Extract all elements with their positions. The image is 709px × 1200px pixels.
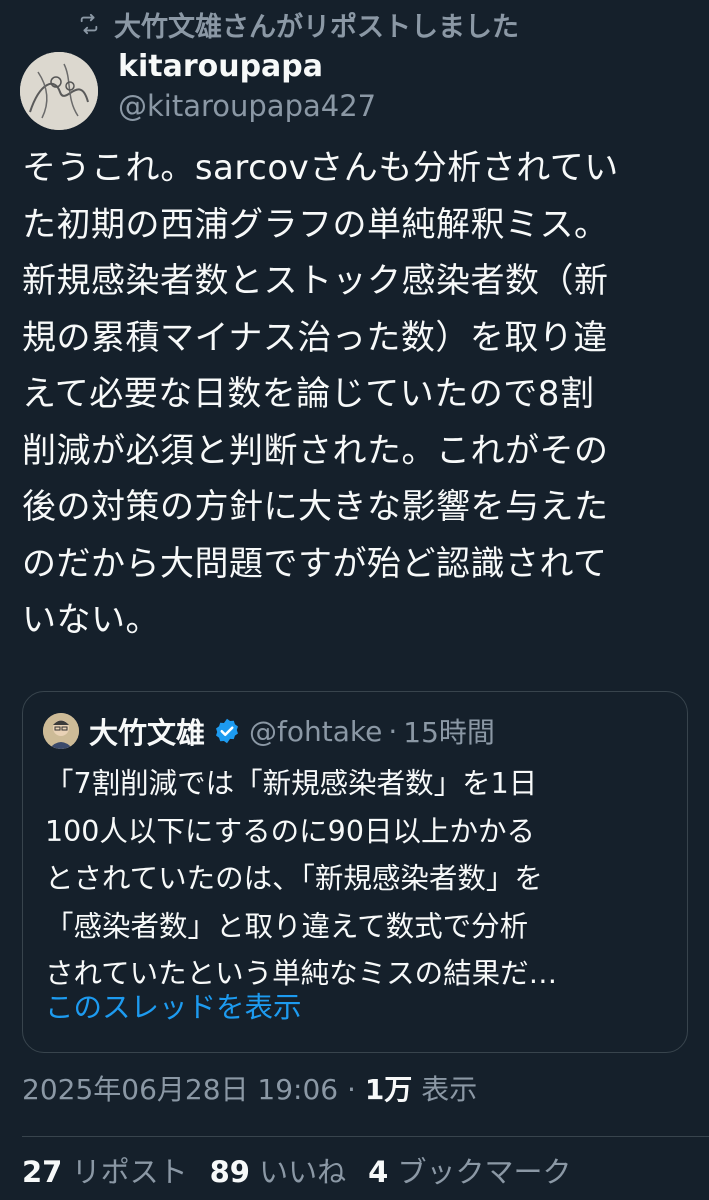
divider: [22, 1136, 709, 1137]
bookmarks-label: ブックマーク: [388, 1155, 572, 1189]
quote-avatar: [43, 713, 79, 749]
bookmarks-count: 4: [368, 1155, 389, 1189]
author-handle[interactable]: @kitaroupapa427: [118, 86, 376, 126]
quote-separator: ·: [388, 714, 398, 748]
likes-stat[interactable]: 89 いいね: [210, 1155, 347, 1189]
engagement-stats: 27 リポスト 89 いいね 4 ブックマーク: [22, 1152, 594, 1192]
quote-header: 大竹文雄 @fohtake · 15時間: [43, 710, 495, 752]
tweet-text: そうこれ。sarcovさんも分析されてい た初期の西浦グラフの単純解釈ミス。 新…: [22, 148, 619, 640]
reposts-stat[interactable]: 27 リポスト: [22, 1155, 188, 1189]
likes-label: いいね: [249, 1155, 347, 1189]
verified-badge-icon: [213, 717, 241, 745]
quote-text: 「7割削減では「新規感染者数」を1日 100人以下にするのに90日以上かかる と…: [45, 767, 558, 990]
avatar[interactable]: [20, 52, 98, 130]
views-count: 1万: [364, 1073, 413, 1106]
reposts-label: リポスト: [62, 1155, 188, 1189]
likes-count: 89: [209, 1155, 250, 1189]
repost-icon: [78, 13, 100, 35]
reposts-count: 27: [22, 1155, 63, 1189]
show-thread-link[interactable]: このスレッドを表示: [45, 988, 302, 1028]
quote-author-name: 大竹文雄: [89, 716, 206, 750]
meta-separator: ·: [338, 1073, 365, 1106]
author-info[interactable]: kitaroupapa @kitaroupapa427: [118, 48, 376, 126]
tweet-timestamp[interactable]: 2025年06月28日 19:06: [22, 1073, 338, 1106]
author-display-name[interactable]: kitaroupapa: [118, 48, 376, 86]
quote-author-handle: @fohtake: [249, 714, 383, 748]
views-label: 表示: [412, 1073, 478, 1106]
tweet-meta: 2025年06月28日 19:06 · 1万 表示: [22, 1070, 477, 1110]
repost-banner[interactable]: 大竹文雄さんがリポストしました: [78, 4, 519, 44]
quote-timestamp[interactable]: 15時間: [403, 711, 495, 751]
repost-banner-text: 大竹文雄さんがリポストしました: [114, 11, 519, 43]
quote-tweet-card[interactable]: 大竹文雄 @fohtake · 15時間 「7割削減では「新規感染者数」を1日 …: [22, 691, 688, 1053]
bookmarks-stat[interactable]: 4 ブックマーク: [368, 1155, 571, 1189]
